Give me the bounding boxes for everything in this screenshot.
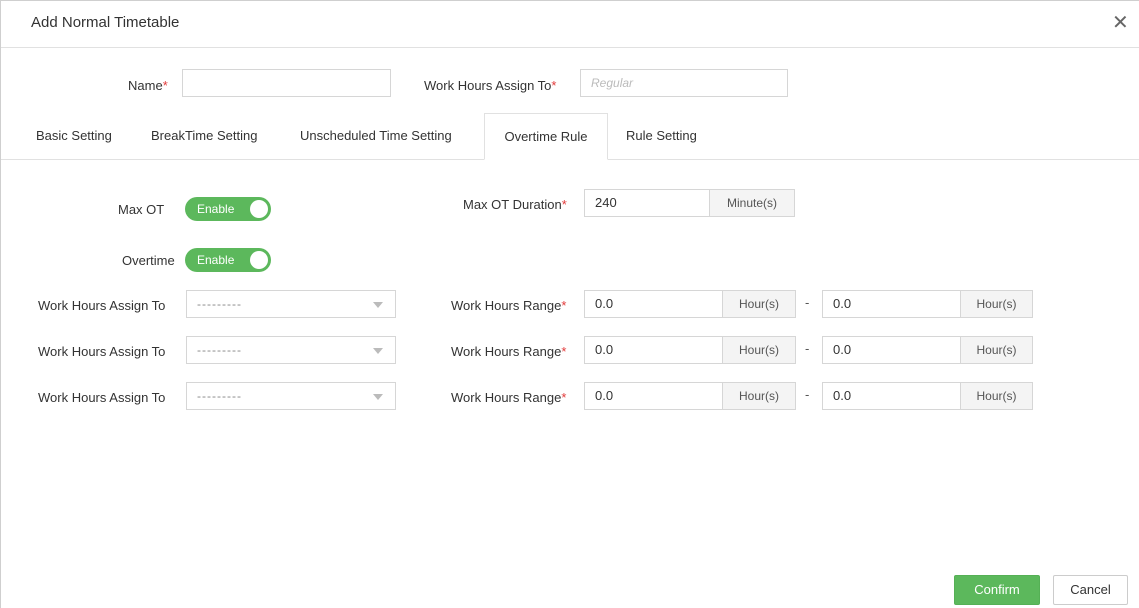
name-input[interactable] bbox=[182, 69, 391, 97]
max-ot-label: Max OT bbox=[118, 202, 165, 217]
tab-breaktime-setting[interactable]: BreakTime Setting bbox=[151, 113, 257, 159]
toggle-knob bbox=[250, 251, 268, 269]
tab-overtime-rule[interactable]: Overtime Rule bbox=[484, 113, 608, 160]
row1-assign-label: Work Hours Assign To bbox=[38, 298, 166, 313]
overtime-label: Overtime bbox=[122, 253, 175, 268]
minutes-unit-label: Minute(s) bbox=[709, 189, 795, 217]
range-separator: - bbox=[805, 295, 810, 310]
row3-from-unit: Hour(s) bbox=[722, 382, 796, 410]
chevron-down-icon bbox=[373, 348, 383, 354]
row2-to-unit: Hour(s) bbox=[960, 336, 1033, 364]
toggle-knob bbox=[250, 200, 268, 218]
row1-range-to-input[interactable]: 0.0 bbox=[822, 290, 961, 318]
tab-bar: Basic Setting BreakTime Setting Unschedu… bbox=[1, 113, 1139, 160]
cancel-button[interactable]: Cancel bbox=[1053, 575, 1128, 605]
dialog-title: Add Normal Timetable bbox=[31, 14, 180, 31]
select-value: --------- bbox=[197, 343, 242, 357]
max-ot-toggle-label: Enable bbox=[197, 202, 235, 216]
chevron-down-icon bbox=[373, 302, 383, 308]
row3-to-unit: Hour(s) bbox=[960, 382, 1033, 410]
close-icon[interactable]: ✕ bbox=[1112, 13, 1129, 33]
row2-range-to-input[interactable]: 0.0 bbox=[822, 336, 961, 364]
name-label: Name* bbox=[128, 78, 168, 93]
row3-assign-label: Work Hours Assign To bbox=[38, 390, 166, 405]
add-timetable-dialog: Add Normal Timetable ✕ Name* Work Hours … bbox=[0, 0, 1139, 608]
dialog-header: Add Normal Timetable ✕ bbox=[1, 1, 1139, 48]
select-value: --------- bbox=[197, 389, 242, 403]
row3-range-from-input[interactable]: 0.0 bbox=[584, 382, 723, 410]
row1-range-label: Work Hours Range* bbox=[451, 298, 567, 313]
row3-range-label: Work Hours Range* bbox=[451, 390, 567, 405]
row2-range-from-input[interactable]: 0.0 bbox=[584, 336, 723, 364]
range-separator: - bbox=[805, 341, 810, 356]
row2-assign-select[interactable]: --------- bbox=[186, 336, 396, 364]
row3-assign-select[interactable]: --------- bbox=[186, 382, 396, 410]
row1-to-unit: Hour(s) bbox=[960, 290, 1033, 318]
row1-assign-select[interactable]: --------- bbox=[186, 290, 396, 318]
row3-range-to-input[interactable]: 0.0 bbox=[822, 382, 961, 410]
row1-range-from-input[interactable]: 0.0 bbox=[584, 290, 723, 318]
chevron-down-icon bbox=[373, 394, 383, 400]
work-hours-assign-to-field[interactable]: Regular bbox=[580, 69, 788, 97]
max-ot-duration-label: Max OT Duration* bbox=[463, 197, 567, 212]
work-hours-assign-to-label: Work Hours Assign To* bbox=[424, 78, 557, 93]
tab-rule-setting[interactable]: Rule Setting bbox=[626, 113, 697, 159]
max-ot-duration-input[interactable]: 240 bbox=[584, 189, 710, 217]
overtime-toggle-label: Enable bbox=[197, 253, 235, 267]
tab-unscheduled-time-setting[interactable]: Unscheduled Time Setting bbox=[300, 113, 452, 159]
select-value: --------- bbox=[197, 297, 242, 311]
row1-from-unit: Hour(s) bbox=[722, 290, 796, 318]
range-separator: - bbox=[805, 387, 810, 402]
max-ot-toggle[interactable]: Enable bbox=[185, 197, 271, 221]
tab-basic-setting[interactable]: Basic Setting bbox=[36, 113, 112, 159]
row2-from-unit: Hour(s) bbox=[722, 336, 796, 364]
row2-range-label: Work Hours Range* bbox=[451, 344, 567, 359]
confirm-button[interactable]: Confirm bbox=[954, 575, 1040, 605]
overtime-toggle[interactable]: Enable bbox=[185, 248, 271, 272]
row2-assign-label: Work Hours Assign To bbox=[38, 344, 166, 359]
